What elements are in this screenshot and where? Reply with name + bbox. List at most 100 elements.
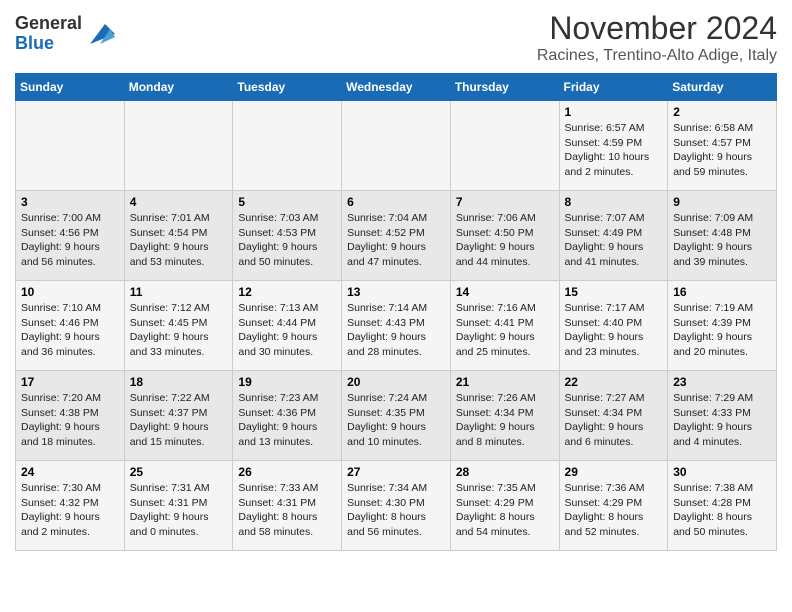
location-title: Racines, Trentino-Alto Adige, Italy [537,47,777,65]
calendar-cell: 14 Sunrise: 7:16 AM Sunset: 4:41 PM Dayli… [450,281,559,371]
day-number: 23 [673,375,771,389]
day-number: 21 [456,375,554,389]
weekday-header: Monday [124,74,233,101]
calendar-cell [233,101,342,191]
day-info: Sunrise: 7:38 AM Sunset: 4:28 PM Dayligh… [673,481,771,540]
day-info: Sunrise: 7:20 AM Sunset: 4:38 PM Dayligh… [21,391,119,450]
day-info: Sunrise: 7:00 AM Sunset: 4:56 PM Dayligh… [21,211,119,270]
calendar: SundayMondayTuesdayWednesdayThursdayFrid… [15,73,777,551]
day-number: 28 [456,465,554,479]
day-number: 10 [21,285,119,299]
calendar-cell: 20 Sunrise: 7:24 AM Sunset: 4:35 PM Dayli… [342,371,451,461]
day-info: Sunrise: 7:24 AM Sunset: 4:35 PM Dayligh… [347,391,445,450]
calendar-cell: 6 Sunrise: 7:04 AM Sunset: 4:52 PM Daylig… [342,191,451,281]
day-info: Sunrise: 7:04 AM Sunset: 4:52 PM Dayligh… [347,211,445,270]
day-info: Sunrise: 7:22 AM Sunset: 4:37 PM Dayligh… [130,391,228,450]
day-info: Sunrise: 7:34 AM Sunset: 4:30 PM Dayligh… [347,481,445,540]
calendar-cell: 28Sunrise: 7:35 AM Sunset: 4:29 PM Dayli… [450,461,559,551]
day-info: Sunrise: 7:14 AM Sunset: 4:43 PM Dayligh… [347,301,445,360]
calendar-cell: 26Sunrise: 7:33 AM Sunset: 4:31 PM Dayli… [233,461,342,551]
logo: General Blue [15,14,115,54]
calendar-cell: 19Sunrise: 7:23 AM Sunset: 4:36 PM Dayli… [233,371,342,461]
calendar-cell [16,101,125,191]
calendar-week: 10Sunrise: 7:10 AM Sunset: 4:46 PM Dayli… [16,281,777,371]
calendar-cell: 2Sunrise: 6:58 AM Sunset: 4:57 PM Daylig… [668,101,777,191]
day-number: 25 [130,465,228,479]
calendar-cell [124,101,233,191]
day-number: 8 [565,195,663,209]
header: General Blue November 2024 Racines, Tren… [15,10,777,65]
day-number: 18 [130,375,228,389]
calendar-cell: 3Sunrise: 7:00 AM Sunset: 4:56 PM Daylig… [16,191,125,281]
day-info: Sunrise: 7:26 AM Sunset: 4:34 PM Dayligh… [456,391,554,450]
day-info: Sunrise: 6:57 AM Sunset: 4:59 PM Dayligh… [565,121,663,180]
day-number: 7 [456,195,554,209]
day-info: Sunrise: 7:13 AM Sunset: 4:44 PM Dayligh… [238,301,336,360]
day-info: Sunrise: 7:12 AM Sunset: 4:45 PM Dayligh… [130,301,228,360]
day-number: 17 [21,375,119,389]
calendar-week: 1Sunrise: 6:57 AM Sunset: 4:59 PM Daylig… [16,101,777,191]
day-info: Sunrise: 7:01 AM Sunset: 4:54 PM Dayligh… [130,211,228,270]
day-number: 29 [565,465,663,479]
day-number: 16 [673,285,771,299]
day-number: 19 [238,375,336,389]
day-info: Sunrise: 7:06 AM Sunset: 4:50 PM Dayligh… [456,211,554,270]
calendar-week: 17 Sunrise: 7:20 AM Sunset: 4:38 PM Dayli… [16,371,777,461]
day-info: Sunrise: 7:07 AM Sunset: 4:49 PM Dayligh… [565,211,663,270]
calendar-cell: 8 Sunrise: 7:07 AM Sunset: 4:49 PM Daylig… [559,191,668,281]
calendar-cell: 21 Sunrise: 7:26 AM Sunset: 4:34 PM Dayli… [450,371,559,461]
calendar-cell: 1Sunrise: 6:57 AM Sunset: 4:59 PM Daylig… [559,101,668,191]
day-number: 13 [347,285,445,299]
calendar-cell: 29 Sunrise: 7:36 AM Sunset: 4:29 PM Dayli… [559,461,668,551]
day-number: 24 [21,465,119,479]
calendar-cell: 13 Sunrise: 7:14 AM Sunset: 4:43 PM Dayli… [342,281,451,371]
weekday-header: Thursday [450,74,559,101]
day-number: 4 [130,195,228,209]
day-info: Sunrise: 7:19 AM Sunset: 4:39 PM Dayligh… [673,301,771,360]
day-number: 5 [238,195,336,209]
day-number: 27 [347,465,445,479]
day-number: 30 [673,465,771,479]
day-number: 2 [673,105,771,119]
day-number: 26 [238,465,336,479]
day-info: Sunrise: 7:16 AM Sunset: 4:41 PM Dayligh… [456,301,554,360]
day-number: 14 [456,285,554,299]
logo-general: General [15,14,82,34]
calendar-cell: 24 Sunrise: 7:30 AM Sunset: 4:32 PM Dayli… [16,461,125,551]
logo-icon [85,19,115,49]
day-number: 22 [565,375,663,389]
weekday-header: Friday [559,74,668,101]
calendar-cell [342,101,451,191]
day-number: 20 [347,375,445,389]
weekday-header: Saturday [668,74,777,101]
day-number: 12 [238,285,336,299]
day-info: Sunrise: 7:17 AM Sunset: 4:40 PM Dayligh… [565,301,663,360]
day-info: Sunrise: 7:27 AM Sunset: 4:34 PM Dayligh… [565,391,663,450]
calendar-week: 24 Sunrise: 7:30 AM Sunset: 4:32 PM Dayli… [16,461,777,551]
calendar-cell: 17 Sunrise: 7:20 AM Sunset: 4:38 PM Dayli… [16,371,125,461]
calendar-cell: 10Sunrise: 7:10 AM Sunset: 4:46 PM Dayli… [16,281,125,371]
calendar-header: SundayMondayTuesdayWednesdayThursdayFrid… [16,74,777,101]
calendar-cell: 11 Sunrise: 7:12 AM Sunset: 4:45 PM Dayli… [124,281,233,371]
day-info: Sunrise: 7:30 AM Sunset: 4:32 PM Dayligh… [21,481,119,540]
day-info: Sunrise: 7:03 AM Sunset: 4:53 PM Dayligh… [238,211,336,270]
calendar-cell: 23Sunrise: 7:29 AM Sunset: 4:33 PM Dayli… [668,371,777,461]
title-area: November 2024 Racines, Trentino-Alto Adi… [537,10,777,65]
calendar-cell: 15Sunrise: 7:17 AM Sunset: 4:40 PM Dayli… [559,281,668,371]
logo-blue: Blue [15,34,82,54]
weekday-header: Sunday [16,74,125,101]
calendar-cell: 25Sunrise: 7:31 AM Sunset: 4:31 PM Dayli… [124,461,233,551]
day-info: Sunrise: 7:09 AM Sunset: 4:48 PM Dayligh… [673,211,771,270]
calendar-cell: 12 Sunrise: 7:13 AM Sunset: 4:44 PM Dayli… [233,281,342,371]
day-info: Sunrise: 7:36 AM Sunset: 4:29 PM Dayligh… [565,481,663,540]
calendar-cell: 5 Sunrise: 7:03 AM Sunset: 4:53 PM Daylig… [233,191,342,281]
month-title: November 2024 [537,10,777,47]
calendar-cell: 9Sunrise: 7:09 AM Sunset: 4:48 PM Daylig… [668,191,777,281]
calendar-cell: 27 Sunrise: 7:34 AM Sunset: 4:30 PM Dayli… [342,461,451,551]
calendar-cell: 4 Sunrise: 7:01 AM Sunset: 4:54 PM Daylig… [124,191,233,281]
calendar-cell: 7 Sunrise: 7:06 AM Sunset: 4:50 PM Daylig… [450,191,559,281]
calendar-cell [450,101,559,191]
day-number: 11 [130,285,228,299]
day-number: 6 [347,195,445,209]
calendar-cell: 16 Sunrise: 7:19 AM Sunset: 4:39 PM Dayli… [668,281,777,371]
